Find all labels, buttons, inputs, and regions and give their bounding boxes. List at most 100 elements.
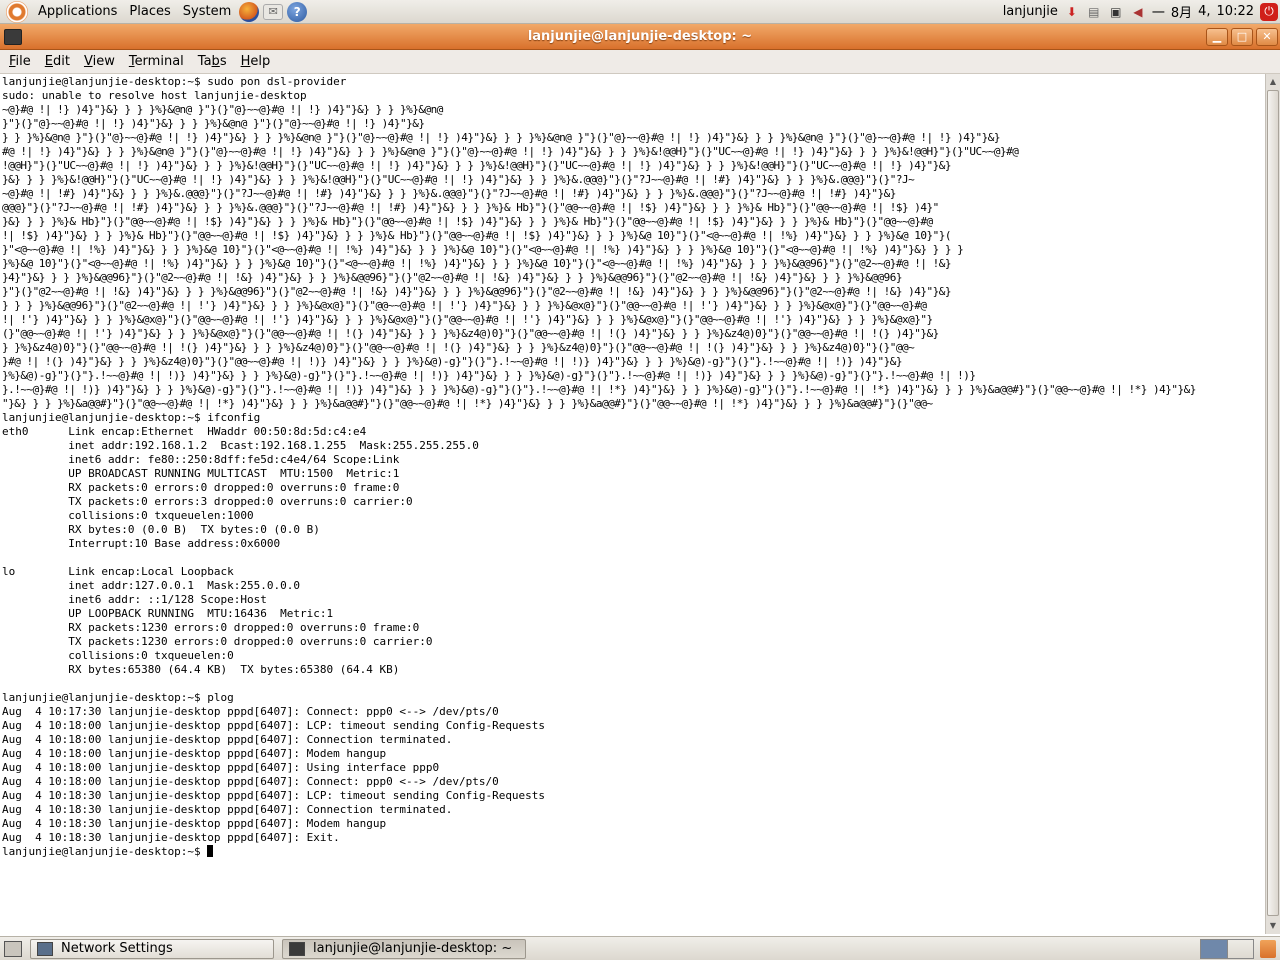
clock-time[interactable]: 10:22: [1217, 4, 1254, 19]
terminal-line: sudo: unable to resolve host lanjunjie-d…: [2, 89, 307, 102]
garbled-line: }"}(}"@2~~@}#@ !| !&} )4}"}&} } } }%}&@@…: [2, 285, 952, 298]
terminal-line: TX packets:0 errors:3 dropped:0 overruns…: [2, 495, 413, 508]
garbled-line: }%}&@ 10}"}(}"<@~~@}#@ !| !%} )4}"}&} } …: [2, 257, 952, 270]
garbled-line: !@@H}"}(}"UC~~@}#@ !| !} )4}"}&} } } }%}…: [2, 159, 952, 172]
system-menu[interactable]: System: [177, 0, 237, 24]
garbled-line: } } }%}&@n@ }"}(}"@}~~@}#@ !| !} )4}"}&}…: [2, 131, 1000, 144]
task-label: Network Settings: [61, 941, 173, 956]
terminal-icon: [289, 941, 305, 956]
garbled-line: }&} } } }%}&!@@H}"}(}"UC~~@}#@ !| !} )4}…: [2, 173, 915, 186]
terminal-line: eth0 Link encap:Ethernet HWaddr 00:50:8d…: [2, 425, 367, 438]
scrollbar-thumb[interactable]: [1267, 90, 1279, 916]
menubar: File Edit View Terminal Tabs Help: [0, 50, 1280, 74]
terminal-line: lanjunjie@lanjunjie-desktop:~$ plog: [2, 691, 234, 704]
user-name[interactable]: lanjunjie: [1003, 4, 1058, 19]
scroll-down-arrow-icon[interactable]: ▼: [1267, 920, 1279, 932]
clock-month[interactable]: 8月: [1171, 2, 1192, 21]
terminal-line: Aug 4 10:18:30 lanjunjie-desktop pppd[64…: [2, 789, 546, 802]
keyboard-indicator[interactable]: 一: [1152, 2, 1165, 21]
garbled-line: }%}&@)-g}"}(}"}.!~~@}#@ !| !)} )4}"}&} }…: [2, 369, 976, 382]
terminal-line: Interrupt:10 Base address:0x6000: [2, 537, 281, 550]
garbled-line: }4}"}&} } } }%}&@@96}"}(}"@2~~@}#@ !| !&…: [2, 271, 903, 284]
workspace-switcher[interactable]: [1200, 938, 1254, 959]
terminal-line: inet6 addr: fe80::250:8dff:fe5d:c4e4/64 …: [2, 453, 400, 466]
terminal-line: Aug 4 10:18:00 lanjunjie-desktop pppd[64…: [2, 775, 499, 788]
maximize-button[interactable]: □: [1231, 27, 1253, 46]
update-notifier-icon[interactable]: ⬇: [1064, 4, 1080, 20]
garbled-line: } }%}&z4@)0}"}(}"@@~~@}#@ !| !(} )4}"}&}…: [2, 341, 915, 354]
terminal-scrollbar[interactable]: ▲ ▼: [1265, 74, 1280, 934]
garbled-line: #@ !| !} )4}"}&} } } }%}&@n@ }"}(}"@}~~@…: [2, 145, 1019, 158]
terminal-cursor: [207, 845, 214, 857]
close-button[interactable]: ✕: [1256, 27, 1278, 46]
terminal-line: collisions:0 txqueuelen:1000: [2, 509, 254, 522]
terminal-line: UP LOOPBACK RUNNING MTU:16436 Metric:1: [2, 607, 334, 620]
places-menu[interactable]: Places: [123, 0, 176, 24]
terminal-line: RX packets:0 errors:0 dropped:0 overruns…: [2, 481, 400, 494]
terminal-line: Aug 4 10:18:30 lanjunjie-desktop pppd[64…: [2, 803, 453, 816]
workspace-1[interactable]: [1201, 939, 1228, 958]
terminal-line: collisions:0 txqueuelen:0: [2, 649, 234, 662]
applications-menu[interactable]: Applications: [32, 0, 123, 24]
power-icon[interactable]: ⏻: [1260, 2, 1278, 21]
terminal-line: Aug 4 10:18:00 lanjunjie-desktop pppd[64…: [2, 733, 453, 746]
volume-icon[interactable]: ◀: [1130, 4, 1146, 20]
terminal-line: Aug 4 10:18:00 lanjunjie-desktop pppd[64…: [2, 761, 440, 774]
terminal-line: inet addr:127.0.0.1 Mask:255.0.0.0: [2, 579, 301, 592]
terminal-line: inet6 addr: ::1/128 Scope:Host: [2, 593, 267, 606]
terminal-line: RX bytes:0 (0.0 B) TX bytes:0 (0.0 B): [2, 523, 320, 536]
terminal-line: lanjunjie@lanjunjie-desktop:~$ sudo pon …: [2, 75, 347, 88]
garbled-line: "}&} } } }%}&a@@#}"}(}"@@~~@}#@ !| !*} )…: [2, 397, 933, 410]
garbled-line: (}"@@~~@}#@ !| !'} )4}"}&} } } }%}&@x@}"…: [2, 327, 939, 340]
terminal-line: inet addr:192.168.1.2 Bcast:192.168.1.25…: [2, 439, 479, 452]
task-label: lanjunjie@lanjunjie-desktop: ~: [313, 941, 513, 956]
garbled-line: @@@}"}(}"?J~~@}#@ !| !#} )4}"}&} } } }%}…: [2, 201, 939, 214]
menu-terminal[interactable]: Terminal: [124, 54, 189, 69]
window-title: lanjunjie@lanjunjie-desktop: ~: [527, 29, 753, 44]
terminal-line: RX packets:1230 errors:0 dropped:0 overr…: [2, 621, 420, 634]
menu-view[interactable]: View: [79, 54, 120, 69]
terminal-line: Aug 4 10:18:30 lanjunjie-desktop pppd[64…: [2, 831, 340, 844]
ubuntu-logo-icon[interactable]: [6, 0, 28, 23]
help-icon[interactable]: ?: [287, 1, 308, 22]
firefox-icon[interactable]: [239, 1, 260, 22]
garbled-line: }"}(}"@}~~@}#@ !| !} )4}"}&} } } }%}&@n@…: [2, 117, 425, 130]
minimize-button[interactable]: ▁: [1206, 27, 1228, 46]
task-terminal[interactable]: lanjunjie@lanjunjie-desktop: ~: [282, 938, 526, 959]
network-settings-icon: [37, 941, 53, 956]
garbled-line: }"<@~~@}#@ !| !%} )4}"}&} } } }%}&@ 10}"…: [2, 243, 964, 256]
menu-file[interactable]: File: [4, 54, 36, 69]
menu-tabs[interactable]: Tabs: [193, 54, 232, 69]
bottom-panel: Network Settings lanjunjie@lanjunjie-des…: [0, 936, 1280, 960]
terminal-output: lanjunjie@lanjunjie-desktop:~$ sudo pon …: [0, 74, 1265, 860]
terminal-line: Aug 4 10:18:00 lanjunjie-desktop pppd[64…: [2, 747, 387, 760]
terminal-line: TX packets:1230 errors:0 dropped:0 overr…: [2, 635, 433, 648]
network-icon[interactable]: ▣: [1108, 4, 1124, 20]
garbled-line: } } } }%}&@@96}"}(}"@2~~@}#@ !| !'} )4}"…: [2, 299, 927, 312]
terminal-line: Aug 4 10:18:00 lanjunjie-desktop pppd[64…: [2, 719, 546, 732]
terminal-line: UP BROADCAST RUNNING MULTICAST MTU:1500 …: [2, 467, 400, 480]
terminal-line: Aug 4 10:18:30 lanjunjie-desktop pppd[64…: [2, 817, 387, 830]
clock-day[interactable]: 4,: [1198, 4, 1210, 19]
system-tray: lanjunjie ⬇ ▤ ▣ ◀ 一 8月 4, 10:22 ⏻: [1000, 0, 1280, 24]
menu-help[interactable]: Help: [236, 54, 276, 69]
task-network-settings[interactable]: Network Settings: [30, 938, 274, 959]
garbled-line: ~@}#@ !| !#} )4}"}&} } } }%}&.@@@}"}(}"?…: [2, 187, 896, 200]
garbled-line: !| !'} )4}"}&} } } }%}&@x@}"}(}"@@~~@}#@…: [2, 313, 933, 326]
garbled-line: !| !$} )4}"}&} } } }%}& Hb}"}(}"@@~~@}#@…: [2, 229, 952, 242]
window-titlebar[interactable]: lanjunjie@lanjunjie-desktop: ~ ▁ □ ✕: [0, 24, 1280, 50]
terminal-prompt: lanjunjie@lanjunjie-desktop:~$: [2, 845, 208, 858]
scroll-up-arrow-icon[interactable]: ▲: [1267, 76, 1279, 88]
terminal-line: RX bytes:65380 (64.4 KB) TX bytes:65380 …: [2, 663, 400, 676]
terminal-line: Aug 4 10:17:30 lanjunjie-desktop pppd[64…: [2, 705, 499, 718]
show-desktop-icon[interactable]: [4, 940, 22, 957]
trash-icon[interactable]: [1260, 939, 1276, 958]
printer-icon[interactable]: ▤: [1086, 4, 1102, 20]
mail-icon[interactable]: ✉: [263, 3, 284, 20]
garbled-line: ~@}#@ !| !} )4}"}&} } } }%}&@n@ }"}(}"@}…: [2, 103, 443, 116]
workspace-2[interactable]: [1228, 940, 1254, 958]
terminal-area[interactable]: lanjunjie@lanjunjie-desktop:~$ sudo pon …: [0, 74, 1265, 934]
garbled-line: }&} } } }%}& Hb}"}(}"@@~~@}#@ !| !$} )4}…: [2, 215, 933, 228]
terminal-line: lanjunjie@lanjunjie-desktop:~$ ifconfig: [2, 411, 261, 424]
menu-edit[interactable]: Edit: [40, 54, 75, 69]
